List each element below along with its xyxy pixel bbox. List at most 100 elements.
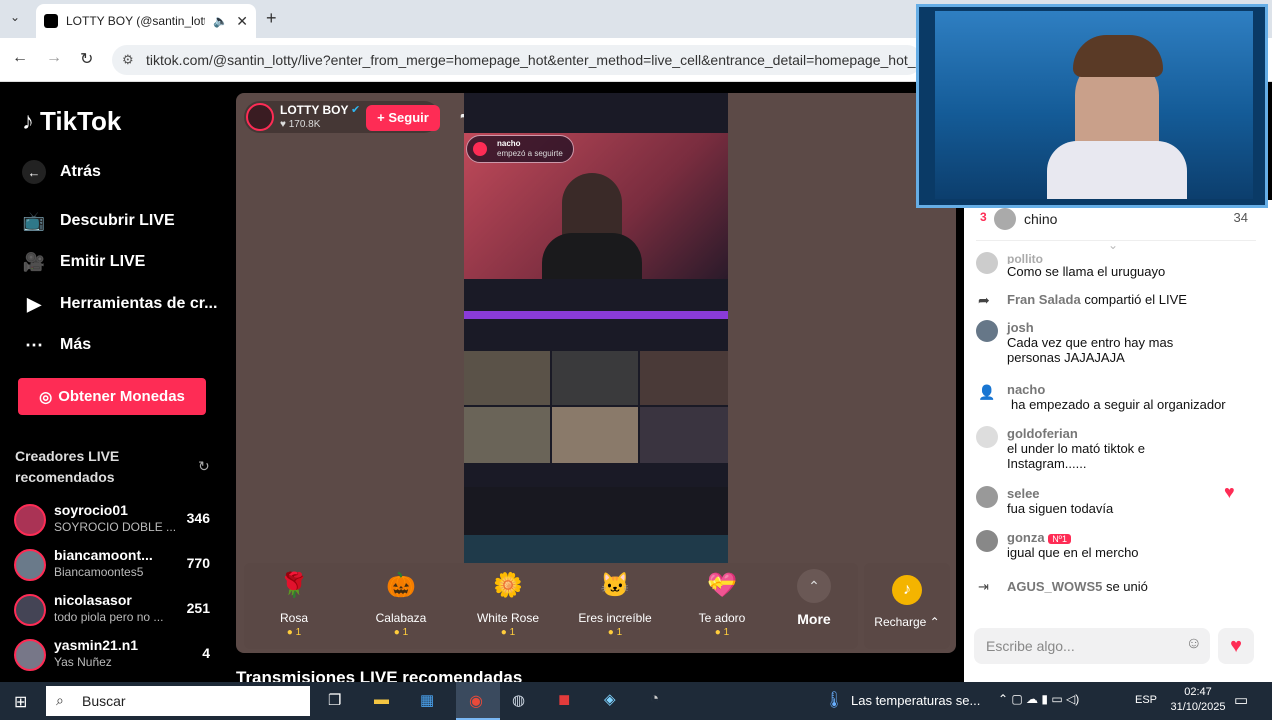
creator-desc: Biancamoontes5 (54, 565, 144, 579)
white-rose-icon: 🌼 (493, 572, 523, 599)
language-indicator[interactable]: ESP (1135, 694, 1157, 706)
chat-message: ⇥ AGUS_WOWS5 se unió (976, 579, 1264, 594)
weather-text[interactable]: Las temperaturas se... (851, 693, 980, 708)
creator-item[interactable]: nicolasasor todo piola pero no ... 251 (14, 590, 224, 632)
tiktok-logo[interactable]: ♪ TikTok (22, 106, 121, 137)
webcam-shirt (1047, 141, 1187, 199)
creator-desc: Yas Nuñez (54, 655, 112, 669)
taskbar-search[interactable]: ⌕ Buscar (46, 686, 310, 716)
gift-name: Rosa (279, 611, 308, 625)
chat-user[interactable]: pollito_ (1007, 252, 1264, 264)
nav-herramientas[interactable]: ▶ Herramientas de cr... (22, 293, 217, 315)
search-placeholder: Buscar (82, 693, 126, 709)
gift-price-value: 1 (509, 627, 516, 638)
gift-price: ● 1 (607, 627, 623, 638)
collapse-chevron-icon[interactable]: ⌄ (1108, 238, 1118, 252)
url-field[interactable]: ⚙ tiktok.com/@santin_lotty/live?enter_fr… (112, 45, 922, 75)
call-tile (464, 407, 550, 463)
creator-item[interactable]: biancamoont... Biancamoontes5 770 (14, 545, 224, 587)
chat-message: selee fua siguen todavía (976, 486, 1264, 516)
recharge-button[interactable]: ♪ Recharge ⌃ (864, 563, 950, 649)
chat-user[interactable]: gonza (1007, 530, 1045, 545)
clock[interactable]: 02:47 31/10/2025 (1168, 685, 1228, 715)
tray-icons[interactable]: ⌃ ▢ ☁ ▮ ▭ ◁) (998, 692, 1079, 706)
likes-count: 170.8K (288, 119, 321, 130)
refresh-icon[interactable]: ↻ (198, 458, 210, 475)
nav-descubrir-live[interactable]: 📺 Descubrir LIVE (22, 210, 175, 232)
speaker-icon[interactable]: 🔈 (213, 14, 228, 28)
cat-icon: 🐱 (600, 572, 630, 599)
get-coins-button[interactable]: ◎ Obtener Monedas (18, 378, 206, 415)
gift-rosa[interactable]: 🌹 Rosa ● 1 (244, 569, 344, 645)
recharge-label: Recharge ⌃ (874, 615, 940, 629)
host-name: LOTTY BOY (280, 103, 349, 117)
host-avatar[interactable] (246, 103, 274, 131)
webcam-feed (935, 11, 1253, 199)
creator-desc: SOYROCIO DOBLE ... (54, 520, 177, 534)
desktop-strip (464, 535, 728, 563)
windows-start-icon[interactable]: ⊞ (14, 692, 27, 712)
emoji-icon[interactable]: ☺ (1186, 635, 1202, 653)
chrome-taskbar-button[interactable]: ◉ (456, 682, 500, 720)
copilot-icon[interactable]: ◈ (604, 690, 616, 708)
clock-time: 02:47 (1184, 686, 1212, 698)
gift-price: ● 1 (286, 627, 302, 638)
nav-mas[interactable]: ⋯ Más (22, 334, 91, 356)
store-icon[interactable]: ▦ (420, 691, 434, 709)
chat-text: se unió (1105, 579, 1148, 594)
gift-price-value: 1 (723, 627, 730, 638)
app-red-icon[interactable]: ◼ (558, 690, 570, 708)
task-view-icon[interactable]: ❐ (328, 691, 341, 709)
gift-name: Calabaza (375, 611, 427, 625)
pumpkin-icon: 🎃 (386, 572, 416, 599)
gift-calabaza[interactable]: 🎃 Calabaza ● 1 (351, 569, 451, 645)
back-label: Atrás (60, 163, 101, 180)
reload-icon[interactable]: ↻ (80, 49, 93, 69)
chat-user[interactable]: nacho (1007, 382, 1264, 397)
chat-user[interactable]: josh (1007, 320, 1264, 335)
call-tile (640, 407, 728, 463)
video-player[interactable]: nacho empezó a seguirte (464, 93, 728, 563)
creator-item[interactable]: soyrocio01 SOYROCIO DOBLE ... 346 (14, 500, 224, 542)
creator-item[interactable]: yasmin21.n1 Yas Nuñez 4 (14, 635, 224, 677)
call-footer (464, 487, 728, 535)
back-arrow-icon[interactable]: ← (12, 49, 28, 67)
top-user-avatar (994, 208, 1016, 230)
file-explorer-icon[interactable]: ▬ (374, 691, 389, 708)
chat-user[interactable]: goldoferian (1007, 426, 1264, 441)
tab-list-chevron-icon[interactable]: ⌄ (10, 10, 20, 24)
gift-eres-increible[interactable]: 🐱 Eres increíble ● 1 (565, 569, 665, 645)
like-button[interactable]: ♥ (1218, 628, 1254, 664)
gift-more-button[interactable]: ⌃ More (772, 569, 856, 645)
creator-viewers: 346 (186, 510, 210, 526)
follow-button[interactable]: + Seguir (366, 105, 440, 131)
tiktok-note-icon: ♪ (22, 107, 34, 135)
chat-user[interactable]: AGUS_WOWS5 (1007, 579, 1102, 594)
chat-text: ha empezado a seguir al organizador (1011, 397, 1226, 412)
steam-icon[interactable]: ◍ (512, 691, 525, 709)
video-camera-icon: 🎥 (22, 251, 46, 272)
tiktok-favicon-icon (44, 14, 58, 28)
more-label: More (797, 611, 831, 627)
notifications-icon[interactable]: ▭ (1234, 691, 1248, 709)
gift-price-value: 1 (402, 627, 409, 638)
chat-user[interactable]: Fran Salada (1007, 292, 1081, 307)
new-tab-icon[interactable]: + (266, 8, 277, 29)
nav-emitir-live[interactable]: 🎥 Emitir LIVE (22, 251, 146, 273)
chat-input[interactable]: Escribe algo... ☺ (974, 628, 1210, 664)
tiktok-page: ♪ TikTok ← Atrás 📺 Descubrir LIVE 🎥 Emit… (0, 4, 1272, 687)
browser-tab[interactable]: LOTTY BOY (@santin_lotty) 🔈 ✕ (36, 4, 256, 38)
chat-placeholder: Escribe algo... (986, 638, 1075, 654)
add-user-icon: 👤 (978, 384, 996, 400)
app-icon[interactable]: ◔ (650, 690, 659, 707)
tv-icon: 📺 (22, 210, 46, 231)
close-tab-icon[interactable]: ✕ (236, 13, 248, 30)
forward-arrow-icon[interactable]: → (46, 49, 62, 67)
creator-name: yasmin21.n1 (54, 637, 139, 653)
site-info-icon[interactable]: ⚙ (122, 45, 134, 75)
back-link[interactable]: ← Atrás (22, 160, 101, 184)
gift-te-adoro[interactable]: 💝 Te adoro ● 1 (672, 569, 772, 645)
chat-text: Como se llama el uruguayo (1007, 264, 1166, 279)
chat-message: gonza Nº1 igual que en el mercho (976, 530, 1264, 560)
gift-white-rose[interactable]: 🌼 White Rose ● 1 (458, 569, 558, 645)
